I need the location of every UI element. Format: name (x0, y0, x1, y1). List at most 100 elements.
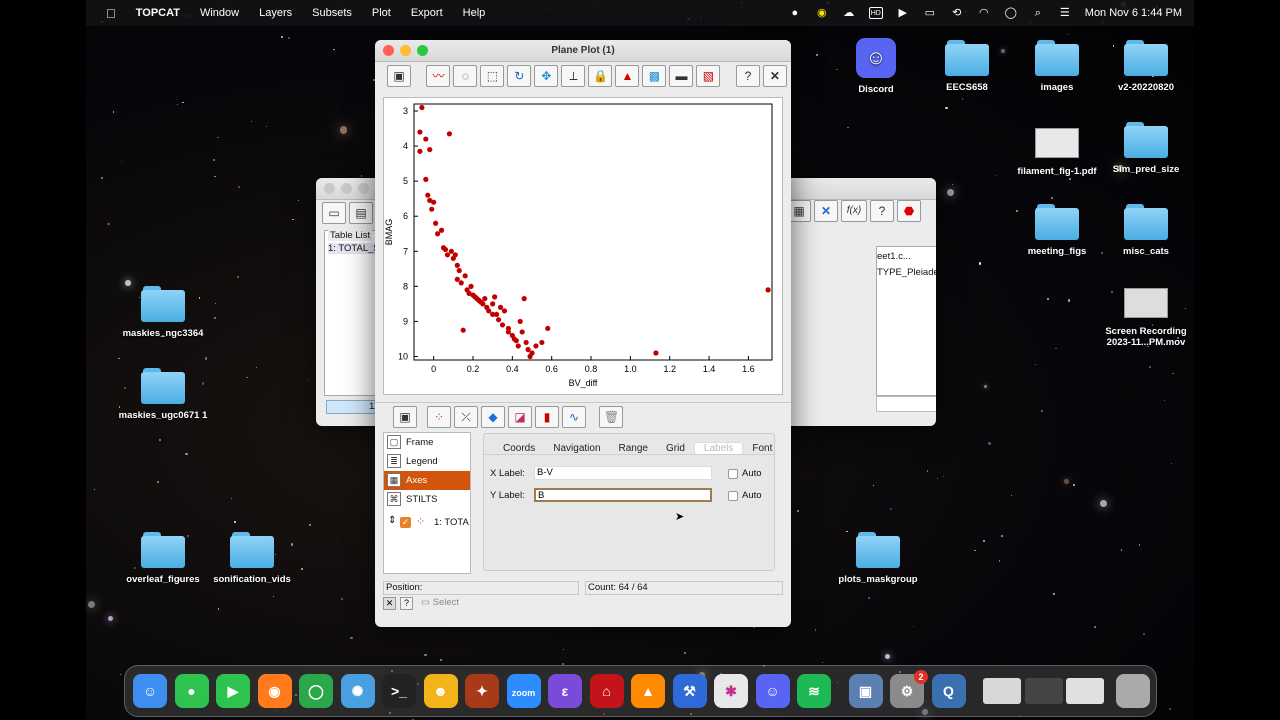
tab-coords[interactable]: Coords (494, 443, 544, 454)
add-points-layer-icon[interactable]: ⁘ (427, 406, 451, 428)
sunburst-icon[interactable]: ✺ (340, 674, 375, 708)
axis-icon[interactable]: ⟂ (561, 65, 586, 87)
open-folder-icon[interactable]: ▭ (322, 202, 346, 224)
window-thumb-1[interactable] (983, 678, 1021, 704)
add-histogram-layer-icon[interactable]: ▮ (535, 406, 559, 428)
play-icon[interactable]: ▶ (896, 7, 910, 19)
line-plot-icon[interactable]: 〰 (426, 65, 451, 87)
delete-layer-icon[interactable]: 🗑 (599, 406, 624, 428)
zoom-window-button[interactable] (358, 183, 369, 194)
sidebar-item-stilts[interactable]: ⌘ STILTS (384, 490, 470, 509)
layer-item[interactable]: ⇕ ✓ ⁘ 1: TOTA (384, 513, 470, 531)
window-icon[interactable]: ▣ (393, 406, 417, 428)
layer-visible-checkbox[interactable]: ✓ (400, 517, 411, 528)
close-window-button[interactable] (383, 45, 394, 56)
subset-icon[interactable]: ⬚ (480, 65, 505, 87)
add-marks-layer-icon[interactable]: ◆ (481, 406, 505, 428)
menu-help[interactable]: Help (463, 7, 486, 19)
sidebar-item-legend[interactable]: ≣ Legend (384, 452, 470, 471)
lock-color-icon[interactable]: ▲ (615, 65, 640, 87)
rotate-icon[interactable]: ↻ (507, 65, 532, 87)
status-circle-icon[interactable]: ◉ (815, 7, 829, 19)
desktop-icon-sim-pred-size[interactable]: Sim_pred_size (1096, 122, 1194, 175)
desktop-icon-overleaf-figures[interactable]: overleaf_figures (113, 532, 213, 585)
desktop-icon-filament-pdf[interactable]: filament_fig-1.pdf (1007, 124, 1107, 177)
density-icon[interactable]: ▩ (642, 65, 667, 87)
desktop-icon-maskies-ugc06711[interactable]: maskies_ugc0671 1 (113, 368, 213, 421)
tab-navigation[interactable]: Navigation (544, 443, 609, 454)
tracker-icon[interactable]: ◯ (299, 674, 333, 708)
zoom-icon[interactable]: zoom (506, 674, 541, 708)
window-thumb-2[interactable] (1024, 678, 1063, 704)
tab-font[interactable]: Font (743, 443, 781, 454)
scatter-plot[interactable]: 0 0.2 0.4 0.6 0.8 1.0 1.2 1.4 1.6 3 4 5 6 7 8 9 10 BV_dif… (384, 98, 784, 396)
sidebar-item-axes[interactable]: ▦ Axes (384, 471, 470, 490)
discord-icon[interactable]: ☺ (755, 674, 790, 708)
menu-layers[interactable]: Layers (259, 7, 292, 19)
menu-plot[interactable]: Plot (372, 7, 391, 19)
wifi-icon[interactable]: ◠ (977, 7, 991, 19)
x-auto-checkbox[interactable] (728, 469, 738, 479)
desktop-icon-maskies-ngc3364[interactable]: maskies_ngc3364 (113, 286, 213, 339)
clock[interactable]: Mon Nov 6 1:44 PM (1085, 7, 1182, 19)
function-icon[interactable]: f(x) (841, 200, 867, 222)
emacs-icon[interactable]: ε (548, 674, 582, 708)
close-window-button[interactable] (324, 183, 335, 194)
messages-icon[interactable]: ● (174, 674, 209, 708)
slack-icon[interactable]: ✱ (714, 674, 748, 708)
tab-range[interactable]: Range (610, 443, 657, 454)
lasso-icon[interactable]: ◌ (453, 65, 478, 87)
status-help-button[interactable]: ? (400, 597, 413, 610)
user-icon[interactable]: ◯ (1004, 7, 1018, 19)
desktop-icon-v2[interactable]: v2-20220820 (1096, 40, 1194, 93)
desktop-icon-screen-recording[interactable]: Screen Recording 2023-11...PM.mov (1096, 284, 1194, 348)
battery-icon[interactable]: ▭ (923, 7, 937, 19)
firefox-icon[interactable]: ◉ (257, 674, 292, 708)
desktop-icon-images[interactable]: images (1007, 40, 1107, 93)
sidebar-item-frame[interactable]: ▢ Frame (384, 433, 470, 452)
apple-menu-icon[interactable]:  (106, 6, 116, 21)
desktop-icon-meeting-figs[interactable]: meeting_figs (1007, 204, 1107, 257)
search-icon[interactable]: ⌕ (1031, 7, 1045, 19)
hd-icon[interactable]: HD (868, 7, 883, 19)
help-icon[interactable]: ? (870, 200, 894, 222)
preview-icon[interactable]: ▣ (848, 674, 883, 708)
add-function-layer-icon[interactable]: ∿ (562, 406, 586, 428)
save-icon[interactable]: ▤ (349, 202, 373, 224)
minimize-window-button[interactable] (341, 183, 352, 194)
y-label-field[interactable]: B (534, 488, 712, 502)
terminal-icon[interactable]: >_ (382, 674, 416, 708)
desktop-icon-discord[interactable]: ☺ Discord (826, 38, 926, 95)
menu-export[interactable]: Export (411, 7, 443, 19)
add-pairs-layer-icon[interactable]: ⤫ (454, 406, 478, 428)
plane-plot-window[interactable]: Plane Plot (1) ▣ 〰 ◌ ⬚ ↻ ✥ ⟂ 🔒 ▲ ▩ ▬ ▧ ? ✕ 0 0.2 0.4 0… (375, 40, 791, 627)
table-list-item[interactable]: 1: TOTAL_S (328, 243, 382, 254)
select-button[interactable]: ▭ Select (421, 597, 459, 608)
table-view-icon[interactable]: ▬ (669, 65, 694, 87)
plot-window-titlebar[interactable]: Plane Plot (1) (375, 40, 791, 62)
trash-icon[interactable] (1115, 674, 1150, 708)
spotify-icon[interactable]: ≋ (797, 674, 831, 708)
help-icon[interactable]: ? (735, 65, 760, 87)
app-icon[interactable]: ✦ (465, 674, 499, 708)
desktop-icon-plots-maskgroup[interactable]: plots_maskgroup (828, 532, 928, 585)
x-label-field[interactable]: B-V (534, 466, 712, 480)
facetime-icon[interactable]: ▶ (216, 674, 250, 708)
xcode-icon[interactable]: ⚒ (672, 674, 707, 708)
close-icon[interactable]: ✕ (762, 65, 787, 87)
record-icon[interactable]: ● (788, 7, 802, 19)
cross-match-icon[interactable]: ✕ (814, 200, 838, 222)
finder-icon[interactable]: ☺ (133, 674, 167, 708)
window-icon[interactable]: ▣ (387, 65, 411, 87)
vlc-icon[interactable]: ▲ (631, 674, 665, 708)
topcat-icon[interactable]: ☻ (423, 674, 458, 708)
search-field[interactable] (876, 396, 936, 412)
acrobat-icon[interactable]: ⌂ (589, 674, 624, 708)
menu-window[interactable]: Window (200, 7, 239, 19)
zoom-window-button[interactable] (417, 45, 428, 56)
control-center-icon[interactable]: ☰ (1058, 7, 1072, 19)
window-thumb-3[interactable] (1066, 678, 1104, 704)
drag-handle-icon[interactable]: ⇕ (388, 515, 396, 526)
quicktime-icon[interactable]: Q (931, 674, 966, 708)
system-settings-icon[interactable]: ⚙ 2 (890, 670, 928, 708)
